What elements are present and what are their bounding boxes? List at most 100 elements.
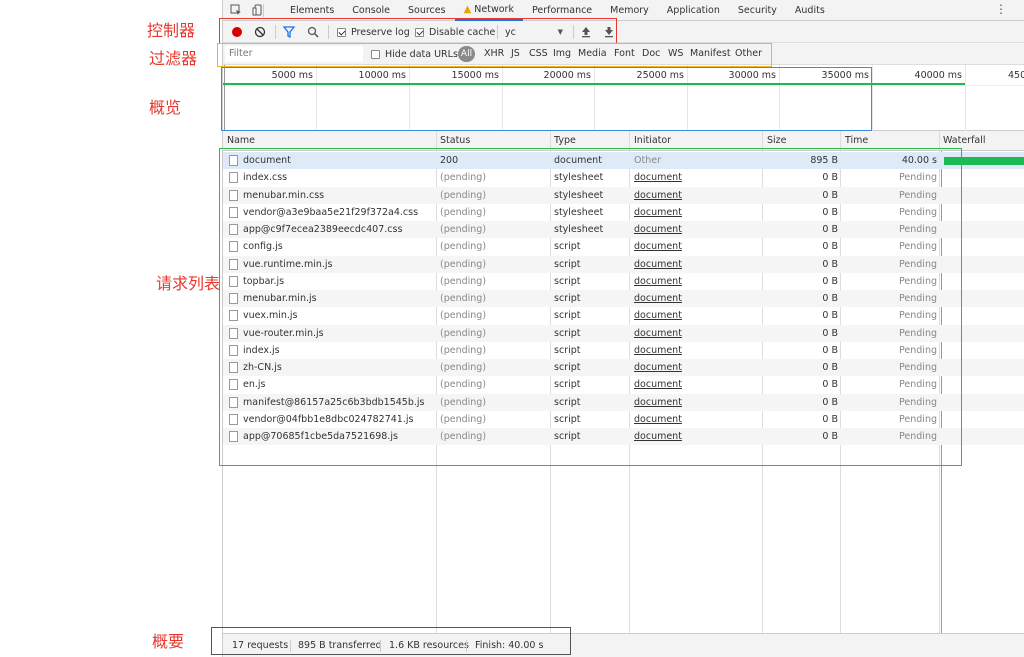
cell-status: (pending) — [440, 396, 487, 408]
table-row[interactable]: config.js (pending) script document 0 B Pendi… — [223, 238, 1024, 255]
file-icon — [229, 379, 238, 391]
search-icon[interactable] — [307, 25, 319, 39]
chevron-down-icon: ▼ — [557, 28, 563, 36]
cell-initiator[interactable]: document — [634, 238, 760, 255]
import-icon[interactable] — [581, 25, 591, 39]
filter-type-xhr[interactable]: XHR — [484, 48, 504, 59]
file-icon — [229, 431, 238, 442]
cell-status: (pending) — [440, 258, 487, 270]
table-row[interactable]: vuex.min.js (pending) script document 0 B Pen… — [223, 307, 1024, 324]
filter-type-manifest[interactable]: Manifest — [690, 48, 731, 59]
table-row[interactable]: app@70685f1cbe5da7521698.js (pending) scri… — [223, 428, 1024, 446]
column-time[interactable]: Time — [841, 131, 868, 151]
column-initiator[interactable]: Initiator — [630, 131, 671, 151]
table-row[interactable]: manifest@86157a25c6b3bdb1545b.js (pending… — [223, 393, 1024, 411]
cell-initiator[interactable]: document — [634, 221, 760, 238]
cell-name: vendor@a3e9baa5e21f29f372a4.css — [243, 206, 419, 218]
cell-name: zh-CN.js — [243, 362, 282, 373]
record-icon[interactable] — [231, 25, 243, 39]
cell-name: config.js — [243, 241, 283, 253]
tab-console[interactable]: Console — [343, 0, 399, 21]
tab-application[interactable]: Application — [658, 0, 729, 21]
cell-type: stylesheet — [554, 224, 604, 235]
filter-icon[interactable] — [283, 25, 295, 39]
table-row[interactable]: index.css (pending) stylesheet document 0 B P… — [223, 169, 1024, 186]
filter-input[interactable] — [225, 46, 363, 62]
table-row[interactable]: vue-router.min.js (pending) script document… — [223, 324, 1024, 342]
tab-network-label: Network — [474, 4, 514, 15]
column-size[interactable]: Size — [763, 131, 787, 151]
tab-elements[interactable]: Elements — [281, 0, 343, 21]
column-waterfall[interactable]: Waterfall — [939, 131, 986, 151]
tab-performance[interactable]: Performance — [523, 0, 601, 21]
filter-type-css[interactable]: CSS — [529, 48, 548, 59]
table-row[interactable]: app@c9f7ecea2389eecdc407.css (pending) sty… — [223, 221, 1024, 239]
table-row[interactable]: menubar.min.js (pending) script document 0 B… — [223, 290, 1024, 308]
cell-type: script — [554, 327, 581, 339]
cell-initiator[interactable]: document — [634, 204, 760, 221]
table-row[interactable]: vendor@a3e9baa5e21f29f372a4.css (pending)… — [223, 204, 1024, 221]
cell-initiator[interactable]: document — [634, 273, 760, 290]
request-table-header: Name Status Type Initiator Size Time Wat… — [223, 131, 1024, 151]
cell-status: (pending) — [440, 206, 487, 218]
cell-initiator[interactable]: document — [634, 428, 760, 445]
tab-audits[interactable]: Audits — [786, 0, 834, 21]
filter-type-doc[interactable]: Doc — [642, 48, 660, 59]
cell-name: index.css — [243, 172, 288, 184]
column-name[interactable]: Name — [223, 131, 255, 151]
column-type[interactable]: Type — [550, 131, 576, 151]
filter-type-js[interactable]: JS — [511, 48, 520, 59]
filter-type-img[interactable]: Img — [553, 48, 571, 59]
cell-initiator[interactable]: document — [634, 359, 760, 376]
tab-network[interactable]: ▲ Network — [454, 0, 523, 21]
tick-label: 25000 ms — [636, 70, 684, 81]
disable-cache-check-icon — [415, 27, 424, 37]
export-icon[interactable] — [604, 25, 614, 39]
more-menu-icon[interactable]: ⋮ — [995, 2, 1007, 16]
cell-initiator[interactable]: document — [634, 256, 760, 273]
column-status[interactable]: Status — [436, 131, 470, 151]
cell-initiator[interactable]: document — [634, 376, 760, 393]
cell-initiator[interactable]: document — [634, 394, 760, 411]
cell-initiator[interactable]: document — [634, 325, 760, 342]
file-icon — [229, 396, 238, 408]
inspect-icon[interactable] — [229, 3, 243, 17]
tab-memory[interactable]: Memory — [601, 0, 658, 21]
cell-size: 0 B — [822, 327, 838, 339]
cell-name: manifest@86157a25c6b3bdb1545b.js — [243, 396, 425, 408]
hide-data-urls-checkbox[interactable]: Hide data URLs — [371, 47, 458, 61]
file-icon — [229, 327, 238, 339]
cell-initiator[interactable]: document — [634, 169, 760, 186]
throttle-select[interactable]: yc ▼ — [505, 25, 565, 39]
cell-time: Pending — [899, 206, 937, 218]
filter-type-media[interactable]: Media — [578, 48, 607, 59]
filter-type-all[interactable]: All — [458, 46, 475, 62]
cell-initiator[interactable]: document — [634, 411, 760, 428]
cell-initiator[interactable]: document — [634, 342, 760, 359]
table-row[interactable]: vue.runtime.min.js (pending) script documen… — [223, 255, 1024, 273]
cell-size: 0 B — [822, 275, 838, 287]
table-row[interactable]: document 200 document Other 895 B 40.00 s — [223, 152, 1024, 170]
table-row[interactable]: zh-CN.js (pending) script document 0 B Pendin… — [223, 359, 1024, 377]
filter-type-ws[interactable]: WS — [668, 48, 683, 59]
cell-initiator[interactable]: document — [634, 307, 760, 324]
filter-type-other[interactable]: Other — [735, 48, 762, 59]
cell-status: (pending) — [440, 189, 487, 201]
table-row[interactable]: index.js (pending) script document 0 B Pendin… — [223, 342, 1024, 359]
file-icon — [229, 362, 238, 373]
waterfall-bar — [944, 157, 1024, 165]
tab-sources[interactable]: Sources — [399, 0, 455, 21]
table-row[interactable]: vendor@04fbb1e8dbc024782741.js (pending) s… — [223, 411, 1024, 428]
cell-size: 0 B — [822, 189, 838, 201]
filter-type-font[interactable]: Font — [614, 48, 635, 59]
tab-security[interactable]: Security — [729, 0, 786, 21]
clear-icon[interactable] — [254, 25, 266, 39]
disable-cache-checkbox[interactable]: Disable cache — [415, 25, 495, 39]
table-row[interactable]: topbar.js (pending) script document 0 B Pendi… — [223, 273, 1024, 290]
preserve-log-checkbox[interactable]: Preserve log — [337, 25, 410, 39]
timeline-overview[interactable]: 5000 ms 10000 ms 15000 ms 20000 ms 25000… — [223, 65, 1024, 131]
cell-initiator[interactable]: document — [634, 290, 760, 307]
table-row[interactable]: menubar.min.css (pending) stylesheet docume… — [223, 186, 1024, 204]
cell-initiator[interactable]: document — [634, 187, 760, 204]
table-row[interactable]: en.js (pending) script document 0 B Pending — [223, 376, 1024, 393]
